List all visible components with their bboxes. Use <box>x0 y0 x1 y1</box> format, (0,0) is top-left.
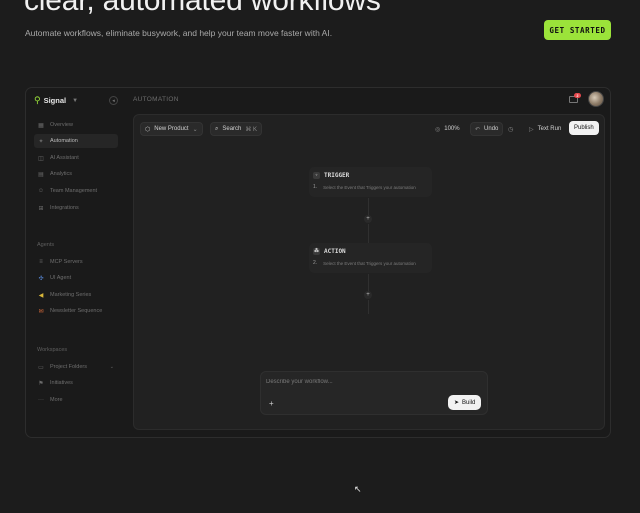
build-label: Build <box>462 399 476 406</box>
workflow-canvas[interactable]: ⬡ New Product ⌄ ⌕ Search ⌘ K ◎ 100% ↶ Un… <box>133 114 605 430</box>
folder-icon: ▭ <box>38 364 44 371</box>
build-button[interactable]: ➤ Build <box>448 395 482 410</box>
notification-badge: 2 <box>574 93 581 98</box>
sidebar-item-initiatives[interactable]: ⚑ Initiatives <box>34 376 118 390</box>
server-icon: ≡ <box>39 259 43 265</box>
undo-icon: ↶ <box>475 126 481 133</box>
sidebar-item-marketing-series[interactable]: ◀ Marketing Series <box>34 288 118 302</box>
sidebar-item-label: Overview <box>50 122 73 128</box>
sidebar: ⚲ Signal ▼ ◂ ▦ Overview ✦ Automation ◫ A… <box>26 88 126 437</box>
action-node[interactable]: ⁂ ACTION 2. Select the Event that Trigge… <box>309 243 432 273</box>
undo-label: Undo <box>484 126 499 132</box>
sidebar-item-more[interactable]: ··· More <box>34 393 118 407</box>
test-run-label: Text Run <box>537 126 562 132</box>
node-number: 1. <box>313 184 318 190</box>
add-step-button[interactable]: + <box>364 291 372 299</box>
puzzle-icon: ⊞ <box>38 205 44 212</box>
users-icon: ☺ <box>37 188 45 194</box>
sidebar-item-label: Team Management <box>50 188 98 194</box>
action-icon: ⁂ <box>313 248 320 255</box>
trigger-icon: ✧ <box>313 172 320 179</box>
plus-icon[interactable]: + <box>269 399 274 408</box>
cube-icon: ⬡ <box>145 126 151 133</box>
search-icon: ⌕ <box>215 125 219 132</box>
history-icon: ◷ <box>508 126 514 133</box>
chevron-down-icon: ⌄ <box>192 126 198 133</box>
workflow-description-input[interactable] <box>266 377 466 387</box>
workflow-prompt-box: + ➤ Build <box>260 371 488 415</box>
product-selector[interactable]: ⬡ New Product ⌄ <box>140 122 203 136</box>
node-number: 2. <box>313 260 318 266</box>
brand-name: Signal <box>43 96 67 105</box>
zoom-level: 100% <box>444 126 460 132</box>
trigger-node[interactable]: ✧ TRIGGER 1. Select the Event that Trigg… <box>309 167 432 197</box>
get-started-button[interactable]: GET STARTED <box>544 20 611 40</box>
play-icon: ▷ <box>529 126 534 133</box>
avatar[interactable] <box>588 91 604 107</box>
test-run-button[interactable]: ▷ Text Run <box>525 122 565 136</box>
sidebar-item-project-folders[interactable]: ▭ Project Folders ⌄ <box>34 360 118 374</box>
flag-icon: ⚑ <box>38 380 44 387</box>
chart-icon: ▤ <box>38 171 44 178</box>
sidebar-item-label: UI Agent <box>50 275 72 281</box>
section-label-workspaces: Workspaces <box>37 347 68 353</box>
sidebar-item-label: Initiatives <box>50 380 73 386</box>
collapse-sidebar-icon[interactable]: ◂ <box>109 96 118 105</box>
node-description: Select the Event that Triggers your auto… <box>323 184 416 190</box>
history-button[interactable]: ◷ <box>504 122 517 136</box>
zoom-control[interactable]: ◎ 100% <box>431 122 464 136</box>
sidebar-item-analytics[interactable]: ▤ Analytics <box>34 167 118 181</box>
undo-button[interactable]: ↶ Undo <box>470 122 504 136</box>
page-title: AUTOMATION <box>133 96 179 103</box>
chevron-down-icon: ⌄ <box>109 364 114 370</box>
sidebar-item-label: Analytics <box>50 171 73 177</box>
sidebar-item-label: Project Folders <box>50 364 87 370</box>
search-button[interactable]: ⌕ Search ⌘ K <box>210 122 263 136</box>
sidebar-item-overview[interactable]: ▦ Overview <box>34 118 118 132</box>
mouse-cursor-icon: ↖ <box>354 484 362 494</box>
add-step-button[interactable]: + <box>364 215 372 223</box>
sidebar-item-ai-assistant[interactable]: ◫ AI Assistant <box>34 151 118 165</box>
connector-line <box>368 300 369 314</box>
search-label: Search <box>222 126 242 132</box>
more-icon: ··· <box>38 397 44 403</box>
sidebar-item-newsletter-sequence[interactable]: ✉ Newsletter Sequence <box>34 304 118 318</box>
sidebar-item-label: More <box>50 397 63 403</box>
node-title: ACTION <box>324 248 346 255</box>
mail-icon: ✉ <box>38 308 44 315</box>
node-description: Select the Event that Triggers your auto… <box>323 260 416 266</box>
sparkle-icon: ✦ <box>38 138 44 145</box>
zoom-icon: ◎ <box>435 126 441 133</box>
sidebar-item-automation[interactable]: ✦ Automation <box>34 134 118 148</box>
chevron-down-icon: ▼ <box>72 97 79 104</box>
signal-logo-icon: ⚲ <box>34 95 41 105</box>
blue-agent-icon: ✣ <box>38 275 44 282</box>
sidebar-item-ui-agent[interactable]: ✣ UI Agent <box>34 271 118 285</box>
send-icon: ➤ <box>454 400 460 406</box>
hero-subtitle: Automate workflows, eliminate busywork, … <box>25 28 333 38</box>
sidebar-item-label: MCP Servers <box>50 259 83 265</box>
app-window: ⚲ Signal ▼ ◂ ▦ Overview ✦ Automation ◫ A… <box>25 87 611 438</box>
publish-button[interactable]: Publish <box>569 121 599 135</box>
sidebar-item-mcp-servers[interactable]: ≡ MCP Servers <box>34 255 118 269</box>
connector-line <box>368 198 369 216</box>
sidebar-item-label: Integrations <box>50 205 79 211</box>
hero-title: clear, automated workflows <box>24 0 381 17</box>
connector-line <box>368 274 369 292</box>
node-title: TRIGGER <box>324 172 350 179</box>
grid-icon: ▦ <box>38 122 44 129</box>
brand-switcher[interactable]: ⚲ Signal ▼ <box>34 95 78 106</box>
sidebar-item-label: AI Assistant <box>50 155 79 161</box>
chat-icon: ◫ <box>38 155 44 162</box>
sidebar-item-team-management[interactable]: ☺ Team Management <box>34 184 118 198</box>
sidebar-item-integrations[interactable]: ⊞ Integrations <box>34 201 118 215</box>
sidebar-item-label: Automation <box>50 138 78 144</box>
product-name: New Product <box>154 126 189 132</box>
section-label-agents: Agents <box>37 242 55 248</box>
connector-line <box>368 224 369 243</box>
search-shortcut: ⌘ K <box>245 126 258 133</box>
sidebar-item-label: Marketing Series <box>50 292 92 298</box>
megaphone-icon: ◀ <box>38 292 44 299</box>
sidebar-item-label: Newsletter Sequence <box>50 308 103 314</box>
